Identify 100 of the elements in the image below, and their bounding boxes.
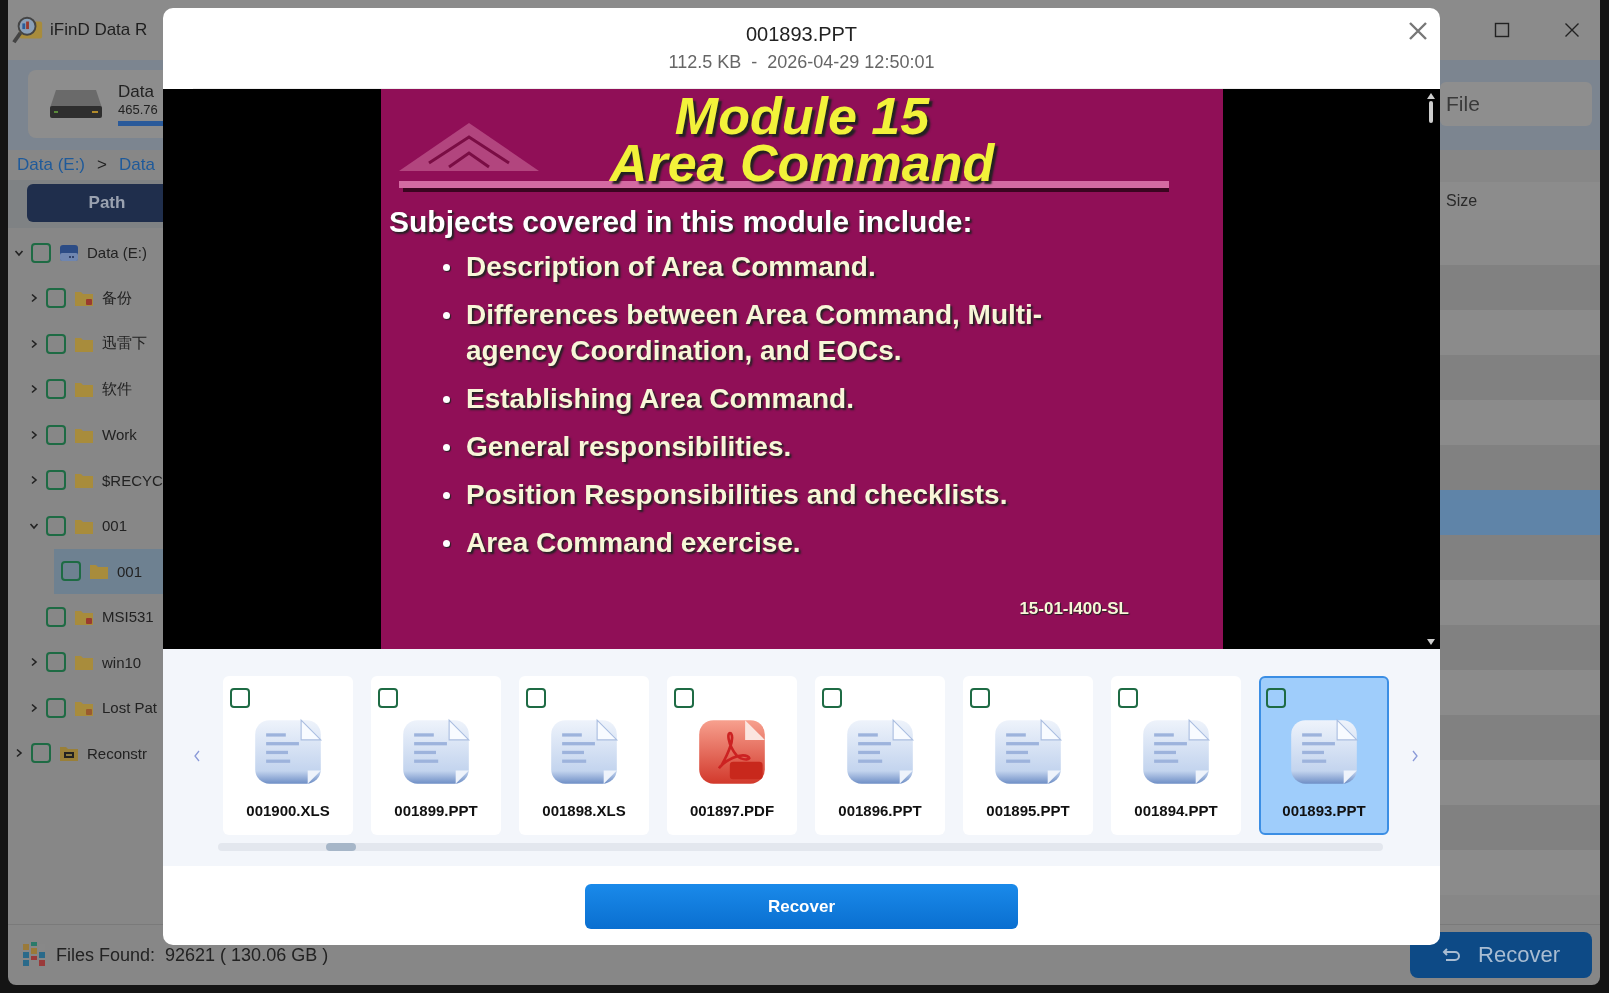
chevron-right-icon[interactable] xyxy=(29,338,39,349)
files-found-label: Files Found: xyxy=(56,944,156,966)
hard-drive-icon xyxy=(48,88,104,120)
file-thumbnail[interactable]: 001898.XLS xyxy=(519,676,649,835)
tree-label: MSI531 xyxy=(102,608,154,626)
table-row[interactable] xyxy=(1440,670,1600,715)
drive-name: Data xyxy=(118,82,155,102)
tree-item[interactable]: Lost Pat xyxy=(8,685,163,731)
folder-icon xyxy=(89,562,109,581)
tree-item[interactable]: 迅雷下 xyxy=(8,321,163,367)
chevron-right-icon[interactable] xyxy=(29,384,39,395)
folder-icon xyxy=(74,653,94,672)
files-found-count: 92621 ( 130.06 GB ) xyxy=(165,944,329,966)
folder-icon xyxy=(59,744,79,763)
checkbox[interactable] xyxy=(46,470,66,491)
table-row[interactable] xyxy=(1440,715,1600,760)
table-row[interactable] xyxy=(1440,490,1600,535)
checkbox[interactable] xyxy=(674,688,694,708)
table-row[interactable] xyxy=(1440,445,1600,490)
chevron-right-icon[interactable] xyxy=(29,702,39,713)
maximize-icon[interactable] xyxy=(1494,22,1510,38)
checkbox[interactable] xyxy=(1118,688,1138,708)
checkbox[interactable] xyxy=(230,688,250,708)
table-row[interactable] xyxy=(1440,535,1600,580)
file-name: 001900.XLS xyxy=(246,802,330,819)
drive-card[interactable]: Data 465.76 xyxy=(28,70,163,138)
checkbox[interactable] xyxy=(970,688,990,708)
file-thumbnail[interactable]: 001895.PPT xyxy=(963,676,1093,835)
tree-label: 迅雷下 xyxy=(102,334,147,354)
checkbox[interactable] xyxy=(822,688,842,708)
table-row[interactable] xyxy=(1440,850,1600,895)
tree-item[interactable]: 001 xyxy=(8,503,163,549)
drive-size: 465.76 xyxy=(118,102,159,117)
tree-item[interactable]: Data (E:) xyxy=(8,230,163,276)
recover-button[interactable]: Recover xyxy=(585,884,1018,929)
close-icon[interactable] xyxy=(1408,21,1428,41)
checkbox[interactable] xyxy=(46,697,66,718)
tree-item[interactable]: win10 xyxy=(8,639,163,685)
folder-icon xyxy=(74,380,94,399)
file-thumbnail[interactable]: 001899.PPT xyxy=(371,676,501,835)
checkbox[interactable] xyxy=(46,424,66,445)
slide-title: Area Command xyxy=(608,140,996,187)
table-row[interactable] xyxy=(1440,310,1600,355)
table-row[interactable] xyxy=(1440,355,1600,400)
tree-item[interactable]: 软件 xyxy=(8,366,163,412)
recover-button[interactable]: Recover xyxy=(1410,932,1592,978)
table-row[interactable] xyxy=(1440,805,1600,850)
chevron-left-icon[interactable] xyxy=(193,749,201,762)
chevron-right-icon[interactable] xyxy=(29,475,39,486)
checkbox[interactable] xyxy=(31,743,51,764)
table-row[interactable] xyxy=(1440,220,1600,265)
tree-item[interactable]: Work xyxy=(8,412,163,458)
tree-item[interactable]: $RECYC xyxy=(8,457,163,503)
checkbox[interactable] xyxy=(46,515,66,536)
file-thumbnail[interactable]: 001900.XLS xyxy=(223,676,353,835)
checkbox[interactable] xyxy=(526,688,546,708)
chevron-right-icon[interactable] xyxy=(29,429,39,440)
checkbox[interactable] xyxy=(46,288,66,309)
scroll-down-icon[interactable] xyxy=(1427,639,1435,645)
column-header[interactable]: Size xyxy=(1440,192,1478,210)
file-thumbnail[interactable]: 001894.PPT xyxy=(1111,676,1241,835)
table-row[interactable] xyxy=(1440,625,1600,670)
table-row[interactable] xyxy=(1440,400,1600,445)
close-icon[interactable] xyxy=(1564,22,1580,38)
checkbox[interactable] xyxy=(1266,688,1286,708)
table-row[interactable] xyxy=(1440,265,1600,310)
slide-heading: Subjects covered in this module include: xyxy=(389,205,974,239)
tree-item[interactable]: MSI531 xyxy=(8,594,163,640)
checkbox[interactable] xyxy=(46,333,66,354)
drive-icon xyxy=(59,243,79,262)
file-thumbnail[interactable]: 001893.PPT xyxy=(1259,676,1389,835)
magnifier-folder-icon xyxy=(12,14,44,46)
breadcrumb-separator: > xyxy=(97,155,107,175)
tree-label: Work xyxy=(102,426,137,444)
chevron-right-icon[interactable] xyxy=(1411,749,1419,762)
tree-label: 软件 xyxy=(102,379,132,399)
tree-item[interactable]: Reconstr xyxy=(8,730,163,776)
file-name: 001897.PDF xyxy=(689,802,775,819)
file-thumbnail[interactable]: 001897.PDF xyxy=(667,676,797,835)
folder-icon xyxy=(74,289,94,308)
scrollbar[interactable] xyxy=(218,843,1383,851)
table-row[interactable] xyxy=(1440,580,1600,625)
search-field[interactable]: File xyxy=(1440,82,1592,126)
checkbox[interactable] xyxy=(46,652,66,673)
chevron-right-icon[interactable] xyxy=(29,657,39,668)
table-row[interactable] xyxy=(1440,760,1600,805)
tree-label: $RECYC xyxy=(102,471,163,489)
checkbox[interactable] xyxy=(31,242,51,263)
checkbox[interactable] xyxy=(378,688,398,708)
chevron-right-icon[interactable] xyxy=(14,748,24,759)
scroll-up-icon[interactable] xyxy=(1427,93,1435,99)
path-tab[interactable]: Path xyxy=(27,184,163,222)
file-thumbnail[interactable]: 001896.PPT xyxy=(815,676,945,835)
tree-item[interactable]: 备份 xyxy=(8,275,163,321)
checkbox[interactable] xyxy=(61,561,81,582)
checkbox[interactable] xyxy=(46,606,66,627)
chevron-right-icon[interactable] xyxy=(29,293,39,304)
checkbox[interactable] xyxy=(46,379,66,400)
bullet-icon xyxy=(443,312,450,319)
bullet-icon xyxy=(443,444,450,451)
